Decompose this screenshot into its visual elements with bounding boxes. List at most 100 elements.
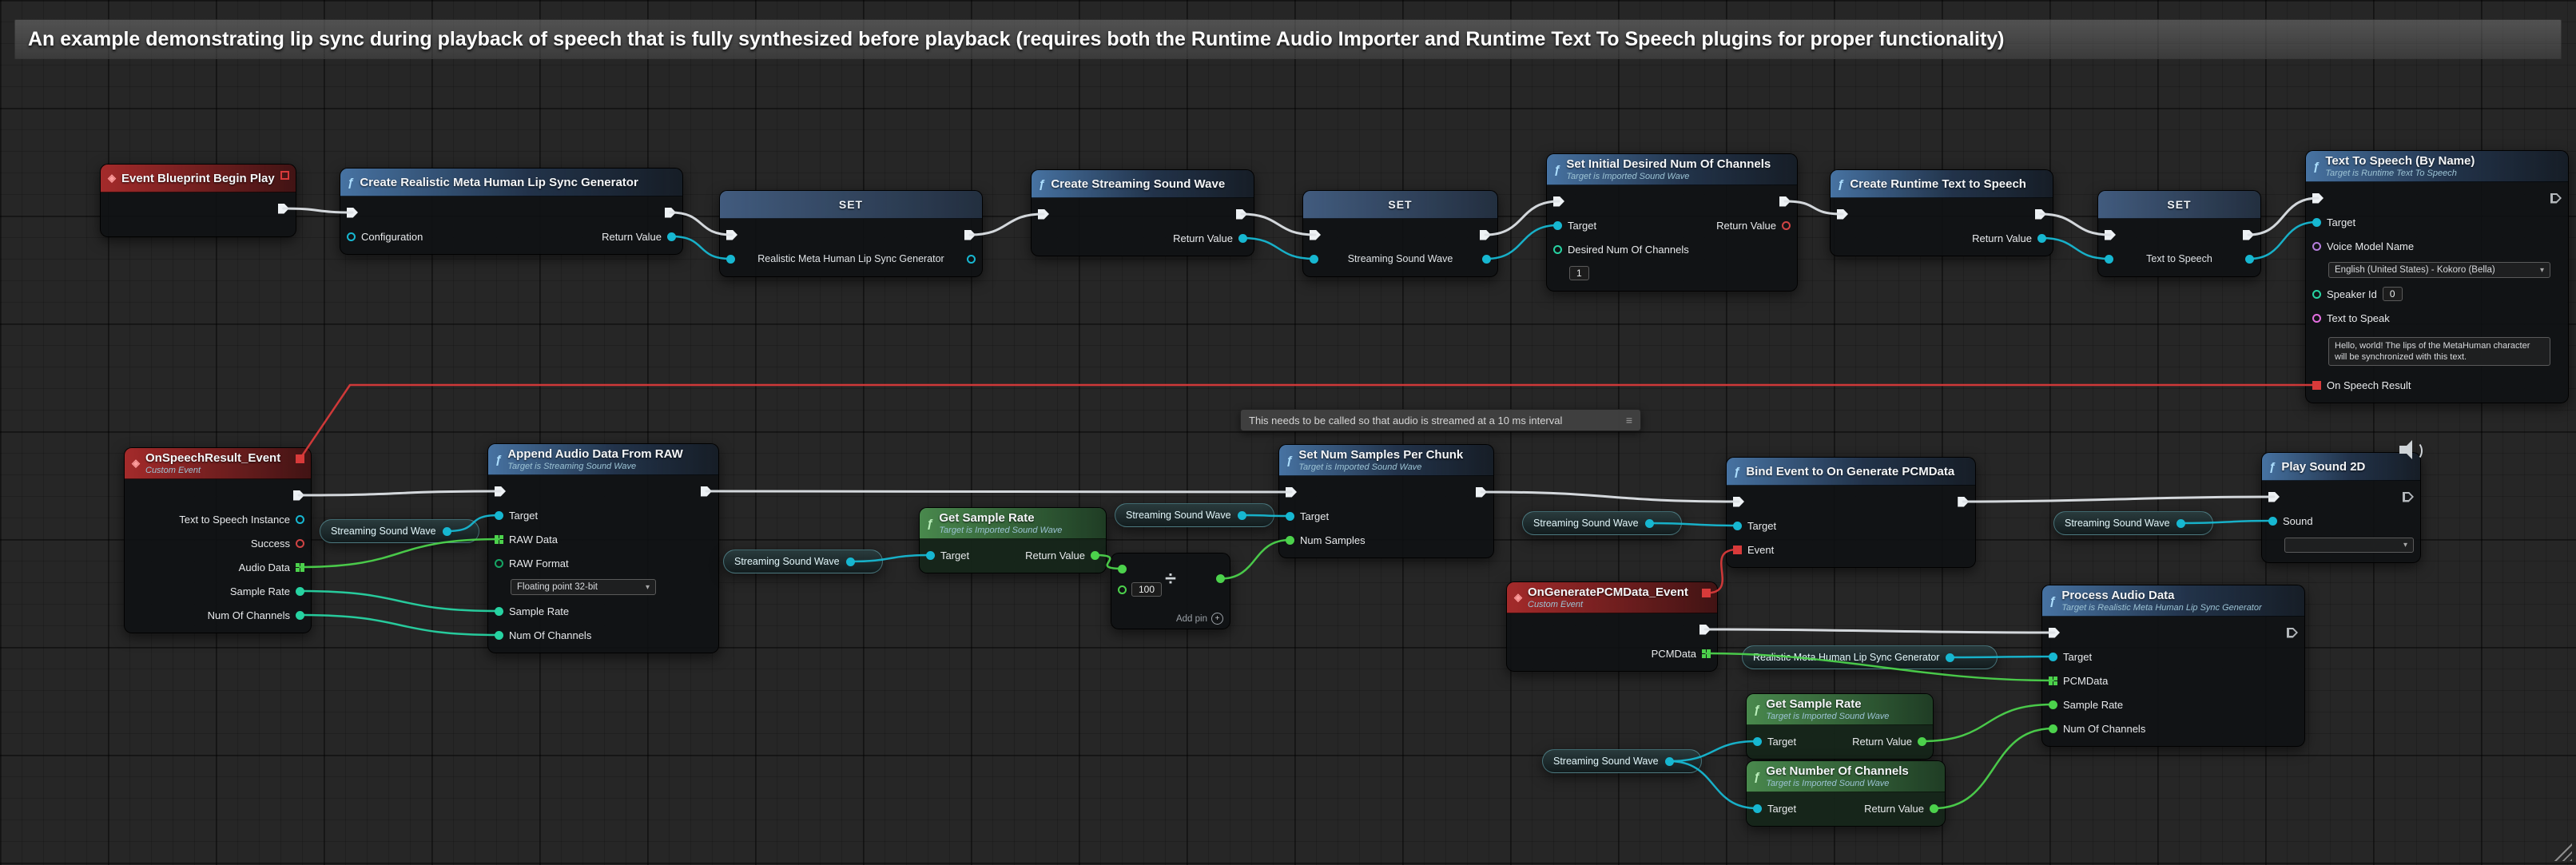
pin-target[interactable] — [2049, 653, 2057, 661]
pin-exec-in[interactable] — [1733, 497, 1744, 507]
pin-audio-data[interactable] — [296, 563, 304, 572]
pin-out[interactable] — [2176, 519, 2185, 528]
pin-exec-out[interactable] — [2287, 628, 2298, 638]
dropdown[interactable]: English (United States) - Kokoro (Bella)… — [2328, 262, 2550, 278]
node-set-num-samples-per-chunk[interactable]: ƒSet Num Samples Per ChunkTarget is Impo… — [1278, 444, 1494, 558]
graph-canvas[interactable]: An example demonstrating lip sync during… — [0, 0, 2576, 865]
pin-exec-in[interactable] — [2049, 628, 2060, 638]
pin-return[interactable] — [1930, 804, 1938, 813]
pin-exec-out[interactable] — [2403, 492, 2414, 502]
pin-target[interactable] — [1753, 737, 1762, 746]
pin-out[interactable] — [1946, 653, 1954, 662]
pin-exec-out[interactable] — [2550, 193, 2562, 204]
pin-raw-format[interactable] — [495, 559, 503, 568]
pin-event[interactable] — [1733, 546, 1742, 554]
pin-exec-out[interactable] — [701, 486, 712, 497]
node-header[interactable]: ƒPlay Sound 2D — [2262, 453, 2420, 481]
pin-pcmdata[interactable] — [2049, 677, 2057, 685]
dropdown[interactable]: ▾ — [2284, 538, 2414, 553]
pin-out[interactable] — [846, 557, 855, 566]
pin-a[interactable] — [1118, 565, 1127, 573]
node-header[interactable]: SET — [1303, 191, 1497, 219]
pin-sound[interactable] — [2268, 517, 2277, 526]
pin-exec-out[interactable] — [1480, 230, 1491, 240]
node-event-begin-play[interactable]: ◈Event Blueprint Begin Play — [100, 164, 296, 237]
pin-return[interactable] — [1918, 737, 1926, 746]
pin-exec-in[interactable] — [2312, 193, 2324, 204]
pin-target[interactable] — [1753, 804, 1762, 813]
pin-out[interactable] — [1665, 757, 1674, 766]
pin-value-out[interactable] — [1482, 255, 1491, 264]
node-get-streaming-sound-wave[interactable]: Streaming Sound Wave — [320, 519, 479, 543]
node-header[interactable]: ƒCreate Streaming Sound Wave — [1032, 170, 1254, 198]
pin-return[interactable] — [1238, 234, 1247, 243]
pin-exec-in[interactable] — [1286, 487, 1297, 498]
pin-pcmdata[interactable] — [1702, 649, 1711, 658]
node-header[interactable]: ◈OnGeneratePCMData_EventCustom Event — [1507, 582, 1717, 613]
pin-exec-in[interactable] — [347, 208, 358, 218]
node-get-streaming-sound-wave[interactable]: Streaming Sound Wave — [1522, 511, 1682, 535]
pin-target[interactable] — [926, 551, 935, 560]
pin-value-in[interactable] — [2105, 255, 2113, 264]
pin-sample-rate[interactable] — [495, 607, 503, 616]
pin-exec-out[interactable] — [1236, 209, 1247, 220]
node-divide[interactable]: 100÷Add pin+ — [1111, 553, 1230, 629]
node-set-text-to-speech[interactable]: SETText to Speech — [2097, 190, 2261, 277]
pin-out[interactable] — [443, 527, 451, 536]
pin-value-out[interactable] — [967, 255, 976, 264]
pin-exec-out[interactable] — [2243, 230, 2254, 240]
dropdown[interactable]: Floating point 32-bit▾ — [511, 579, 656, 595]
pin-exec-in[interactable] — [1038, 209, 1049, 220]
pin-exec-in[interactable] — [495, 486, 506, 497]
pin-exec-out[interactable] — [964, 230, 976, 240]
node-ongeneratepcmdata-event[interactable]: ◈OnGeneratePCMData_EventCustom EventPCMD… — [1506, 581, 1718, 672]
node-header[interactable]: SET — [720, 191, 982, 219]
pin-success[interactable] — [296, 539, 304, 548]
pin-delegate[interactable] — [296, 454, 304, 463]
pin-num-channels[interactable] — [495, 631, 503, 640]
pin-num-channels[interactable] — [296, 611, 304, 620]
comment-menu-icon[interactable]: ≡ — [1626, 414, 1632, 427]
node-text-to-speech-by-name[interactable]: ƒText To Speech (By Name)Target is Runti… — [2305, 150, 2569, 403]
value-input[interactable]: 100 — [1131, 582, 1162, 597]
text-input[interactable]: Hello, world! The lips of the MetaHuman … — [2328, 337, 2550, 367]
node-create-realistic-metahuman-lipsync-generator[interactable]: ƒCreate Realistic Meta Human Lip Sync Ge… — [340, 168, 683, 255]
pin-target[interactable] — [495, 511, 503, 520]
pin-on-speech-result[interactable] — [2312, 381, 2321, 390]
pin-exec-out[interactable] — [2035, 209, 2046, 220]
node-onspeechresult-event[interactable]: ◈OnSpeechResult_EventCustom EventText to… — [124, 447, 312, 633]
node-header[interactable]: ƒCreate Runtime Text to Speech — [1831, 170, 2053, 198]
pin-exec-out[interactable] — [665, 208, 676, 218]
value-input[interactable]: 1 — [1569, 266, 1589, 280]
pin-exec-out[interactable] — [278, 204, 289, 214]
node-set-initial-desired-num-of-channels[interactable]: ƒSet Initial Desired Num Of ChannelsTarg… — [1546, 153, 1798, 292]
node-header[interactable]: ƒCreate Realistic Meta Human Lip Sync Ge… — [340, 169, 682, 196]
pin-out[interactable] — [1645, 519, 1654, 528]
node-header[interactable]: ƒText To Speech (By Name)Target is Runti… — [2306, 151, 2568, 182]
node-header[interactable]: ƒGet Sample RateTarget is Imported Sound… — [920, 508, 1106, 539]
node-get-streaming-sound-wave[interactable]: Streaming Sound Wave — [1542, 749, 1702, 773]
pin-sample-rate[interactable] — [2049, 700, 2057, 709]
node-header[interactable]: ◈OnSpeechResult_EventCustom Event — [125, 448, 311, 479]
pin-exec-out[interactable] — [1958, 497, 1969, 507]
node-header[interactable]: ƒAppend Audio Data From RAWTarget is Str… — [488, 444, 718, 475]
node-process-audio-data[interactable]: ƒProcess Audio DataTarget is Realistic M… — [2041, 585, 2305, 747]
pin-exec-in[interactable] — [1310, 230, 1321, 240]
pin-speaker-id[interactable] — [2312, 290, 2321, 299]
pin-b[interactable] — [1118, 585, 1127, 594]
comment-bubble[interactable]: This needs to be called so that audio is… — [1240, 409, 1641, 431]
node-get-sample-rate[interactable]: ƒGet Sample RateTarget is Imported Sound… — [1746, 693, 1934, 760]
pin-exec-in[interactable] — [2105, 230, 2116, 240]
pin-out[interactable] — [1238, 511, 1246, 520]
node-set-streaming-sound-wave[interactable]: SETStreaming Sound Wave — [1302, 190, 1498, 277]
node-header[interactable]: ƒProcess Audio DataTarget is Realistic M… — [2042, 585, 2304, 617]
pin-raw-data[interactable] — [495, 535, 503, 544]
node-create-runtime-text-to-speech[interactable]: ƒCreate Runtime Text to SpeechReturn Val… — [1830, 169, 2053, 256]
node-create-streaming-sound-wave[interactable]: ƒCreate Streaming Sound WaveReturn Value — [1031, 169, 1254, 256]
pin-target[interactable] — [1286, 512, 1294, 521]
pin-return[interactable] — [1782, 221, 1791, 230]
pin-num-samples[interactable] — [1286, 536, 1294, 545]
node-header[interactable]: ƒBind Event to On Generate PCMData — [1727, 458, 1975, 486]
pin-delegate[interactable] — [1702, 589, 1711, 597]
node-set-realistic-metahuman-lipsync-generator[interactable]: SETRealistic Meta Human Lip Sync Generat… — [719, 190, 983, 277]
